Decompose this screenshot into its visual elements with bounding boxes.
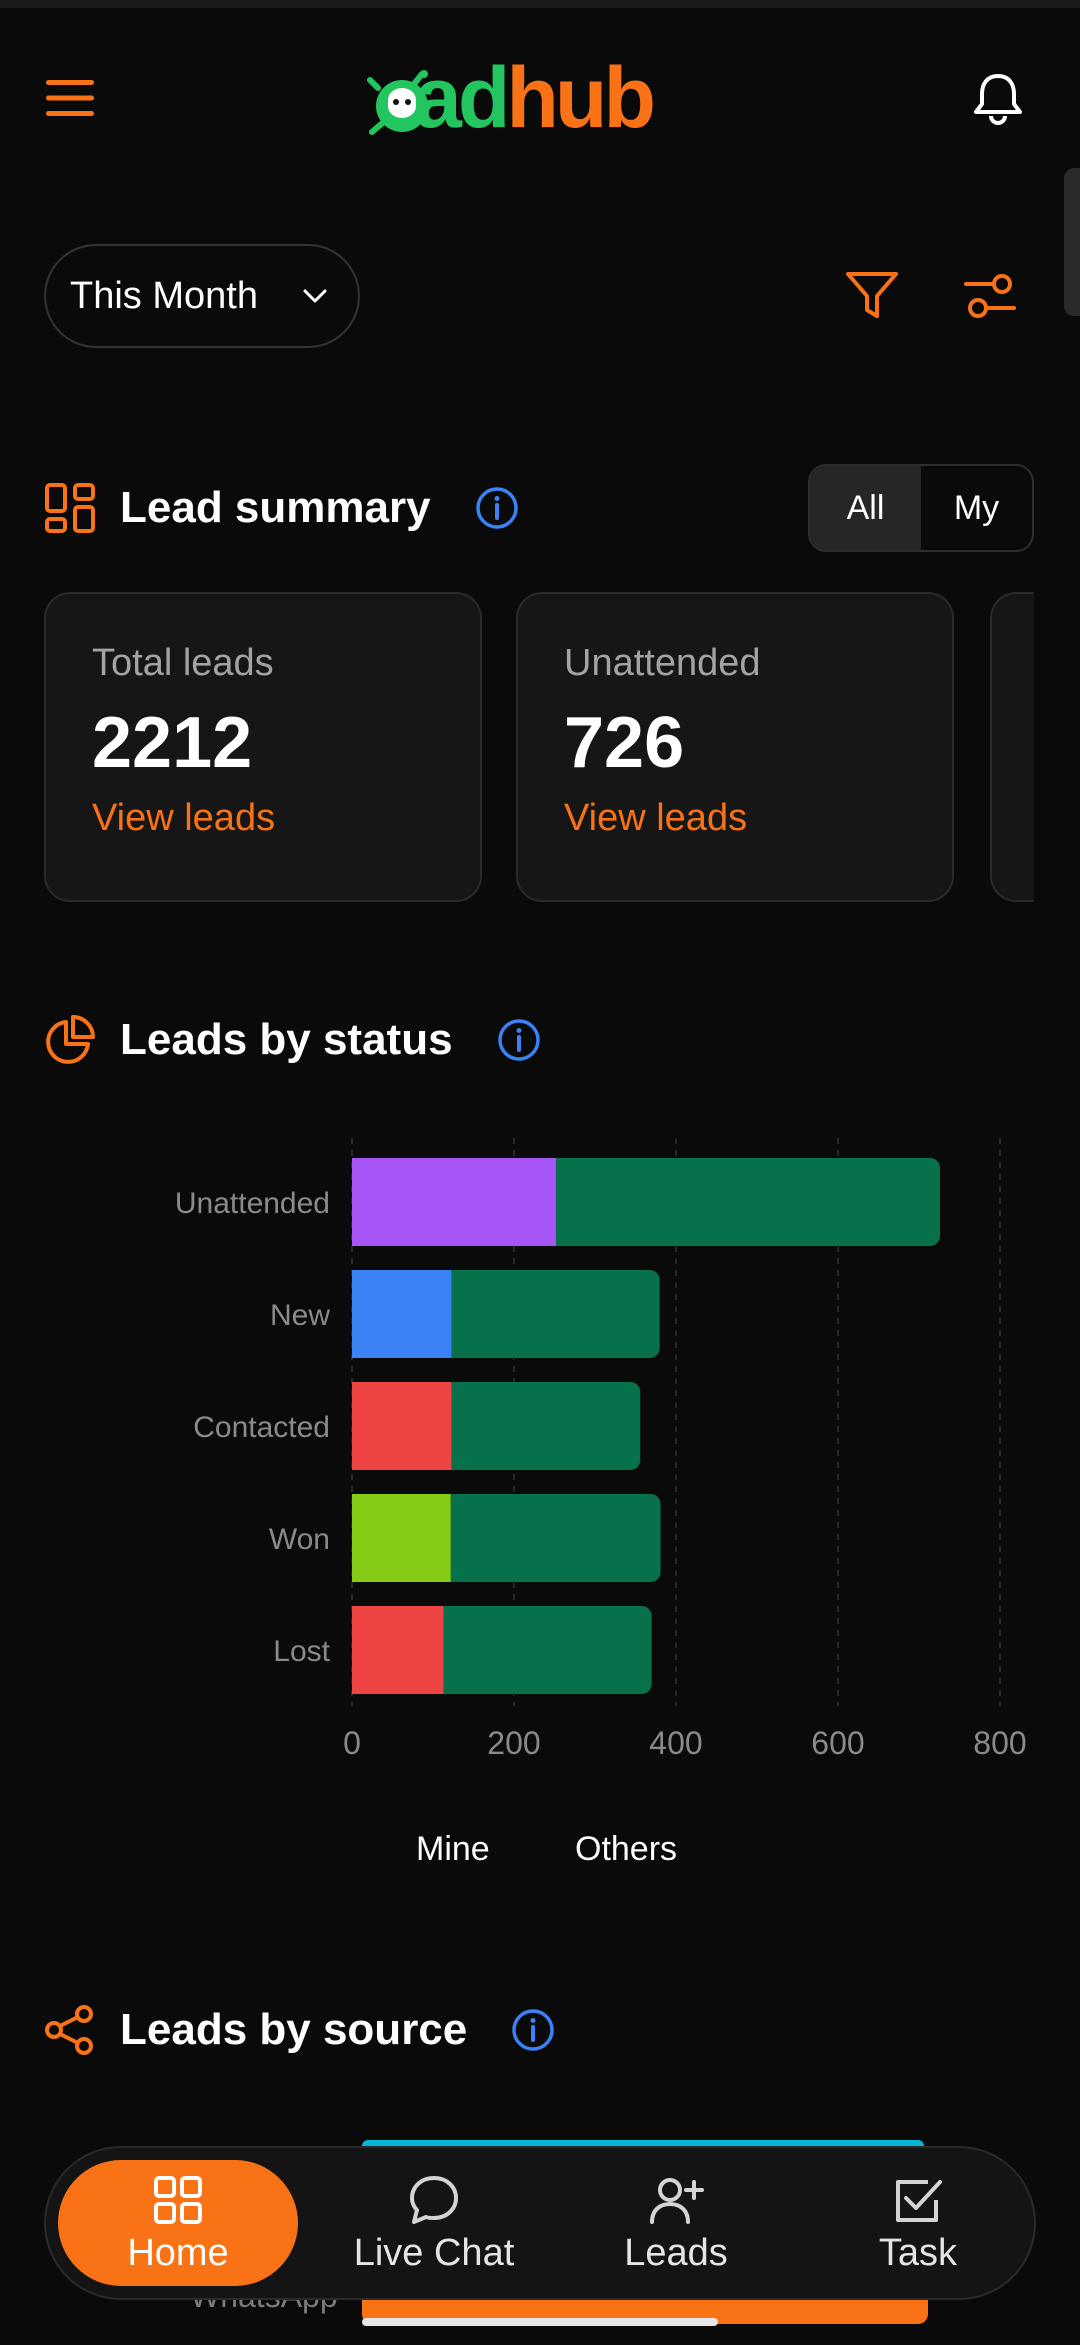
category-label: New [270,1299,330,1332]
card-label: Total leads [92,642,274,684]
bar-others-unattended [556,1158,941,1246]
card-label: Unattended [564,642,761,684]
category-label: Lost [273,1635,330,1668]
scrollbar-thumb[interactable] [1064,168,1080,316]
card-value: 726 [564,703,685,783]
x-tick-label: 600 [811,1725,864,1761]
notification-bell-icon[interactable] [972,70,1024,126]
view-leads-link[interactable]: View leads [564,797,747,840]
scope-toggle: All My [808,464,1034,552]
app-header: adhub [0,40,1080,150]
legend-others[interactable]: Others [575,1830,677,1869]
leads-by-status-title: Leads by status [120,1015,453,1064]
info-icon[interactable] [497,1018,541,1062]
nav-home[interactable]: Home [58,2160,298,2286]
bar-mine-won [352,1494,451,1582]
nav-label: Leads [624,2231,728,2274]
sliders-icon[interactable] [962,268,1018,324]
total-leads-card: Total leads 2212 View leads [44,592,482,902]
pie-chart-icon [46,1015,95,1064]
dashboard-grid-icon [45,483,95,533]
nav-leads[interactable]: Leads [556,2148,796,2298]
info-icon[interactable] [511,2008,555,2052]
leads-by-source-title: Leads by source [120,2005,468,2054]
grid-icon [154,2175,202,2224]
bar-others-new [451,1270,660,1358]
category-label: Contacted [193,1411,330,1444]
nav-live-chat[interactable]: Live Chat [314,2148,554,2298]
chevron-down-icon [303,289,327,303]
share-icon [45,2005,93,2055]
bar-mine-lost [352,1606,444,1694]
hamburger-menu-icon[interactable] [44,78,96,118]
lead-summary-header: Lead summary [44,478,519,538]
bar-mine-contacted [352,1382,452,1470]
logo-text-ad: ad [414,50,510,146]
period-dropdown[interactable]: This Month [44,244,360,348]
bar-others-lost [443,1606,652,1694]
adhub-logo: adhub [362,55,722,141]
checkbox-icon [896,2179,942,2222]
view-leads-link[interactable]: View leads [92,797,275,840]
nav-label: Task [878,2231,958,2274]
home-indicator[interactable] [362,2318,718,2326]
x-tick-label: 400 [649,1725,702,1761]
unattended-card: Unattended 726 View leads [516,592,954,902]
user-plus-icon [650,2177,704,2224]
bar-mine-new [352,1270,452,1358]
bottom-navigation: Home Live Chat Leads Task [44,2146,1036,2300]
category-label: Won [269,1523,330,1556]
nav-label: Live Chat [353,2231,515,2274]
period-dropdown-value: This Month [70,274,258,317]
leads-by-status-header: Leads by status [44,1010,541,1070]
lead-summary-title: Lead summary [120,483,431,532]
filter-icon[interactable] [844,268,900,324]
leads-by-source-header: Leads by source [44,2000,555,2060]
chat-bubble-icon [410,2175,458,2224]
x-tick-label: 800 [973,1725,1026,1761]
legend-mine[interactable]: Mine [416,1830,490,1869]
category-label: Unattended [175,1187,330,1220]
status-bar [0,0,1080,8]
bar-others-contacted [451,1382,641,1470]
bar-mine-unattended [352,1158,557,1246]
toggle-all-button[interactable]: All [810,466,921,550]
card-value: 2212 [92,703,253,783]
leads-by-status-chart: Unattended New Contacted Won Lost 0 200 400 600 8… [175,1138,1027,1761]
bar-others-won [450,1494,661,1582]
logo-text-hub: hub [506,50,656,146]
nav-label: Home [127,2231,229,2274]
toggle-my-button[interactable]: My [921,466,1032,550]
x-tick-label: 200 [487,1725,540,1761]
next-card-peek[interactable] [990,592,1034,902]
chart-legend: Mine Others [0,1824,1080,1874]
nav-task[interactable]: Task [798,2148,1038,2298]
info-icon[interactable] [475,486,519,530]
x-tick-label: 0 [343,1725,361,1761]
